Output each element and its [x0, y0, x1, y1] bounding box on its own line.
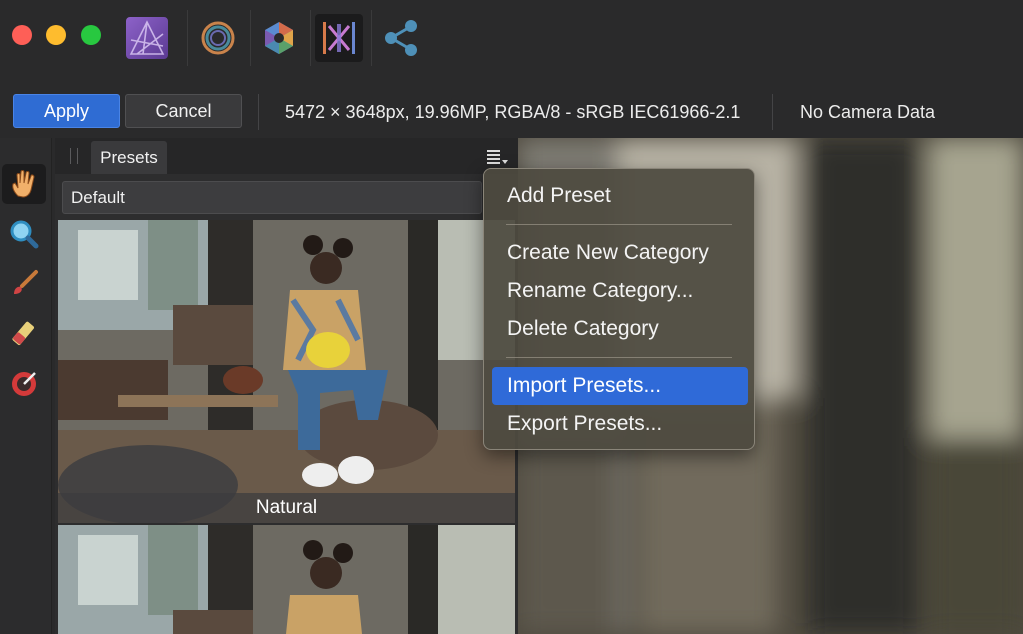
hamburger-menu-icon: [487, 150, 508, 164]
hand-tool[interactable]: [2, 164, 46, 204]
category-dropdown[interactable]: Default: [62, 181, 482, 214]
camera-info-text: No Camera Data: [800, 102, 936, 122]
eraser-tool[interactable]: [2, 314, 46, 354]
photo-persona-button[interactable]: [123, 14, 171, 62]
panel-tab-bar: Presets: [55, 138, 518, 174]
brush-tool[interactable]: [2, 264, 46, 304]
hand-icon: [12, 170, 35, 198]
menu-item-export-presets[interactable]: Export Presets...: [492, 405, 748, 443]
tools-panel: [0, 138, 52, 634]
window-minimize-button[interactable]: [46, 25, 66, 45]
export-persona-button[interactable]: [377, 14, 425, 62]
zoom-tool[interactable]: [2, 214, 46, 254]
target-tool[interactable]: [2, 364, 46, 404]
preset-preview-image: [58, 220, 515, 523]
image-info-text: 5472 × 3648px, 19.96MP, RGBA/8 - sRGB IE…: [285, 102, 741, 122]
menu-item-rename-category[interactable]: Rename Category...: [492, 272, 748, 310]
cancel-button[interactable]: Cancel: [125, 94, 242, 128]
develop-aperture-icon: [265, 22, 293, 54]
panel-grip-handle[interactable]: [70, 148, 78, 164]
preset-label: Natural: [58, 493, 515, 523]
window-close-button[interactable]: [12, 25, 32, 45]
tone-mapping-icon: [323, 22, 355, 54]
panel-menu-button[interactable]: [483, 147, 511, 167]
preset-preview-image: [58, 525, 515, 634]
presets-panel: Presets Default Natural: [55, 138, 518, 634]
title-bar: [0, 0, 1023, 78]
menu-item-create-new-category[interactable]: Create New Category: [492, 234, 748, 272]
target-icon: [12, 372, 36, 396]
menu-separator: [506, 224, 732, 225]
tab-presets[interactable]: Presets: [91, 141, 167, 174]
window-maximize-button[interactable]: [81, 25, 101, 45]
tone-mapping-persona-button[interactable]: [315, 14, 363, 62]
affinity-photo-logo-icon: [126, 17, 168, 59]
magnifier-icon: [10, 220, 39, 249]
paint-brush-icon: [14, 270, 38, 294]
share-icon: [385, 20, 417, 56]
liquify-persona-button[interactable]: [194, 14, 242, 62]
menu-item-delete-category[interactable]: Delete Category: [492, 310, 748, 348]
menu-item-add-preset[interactable]: Add Preset: [492, 177, 748, 215]
preset-thumbnail-2[interactable]: [58, 525, 515, 634]
apply-button[interactable]: Apply: [13, 94, 120, 128]
menu-item-import-presets[interactable]: Import Presets...: [492, 367, 748, 405]
preset-thumbnail-natural[interactable]: Natural: [58, 220, 515, 523]
eraser-icon: [12, 321, 34, 345]
context-toolbar: Apply Cancel 5472 × 3648px, 19.96MP, RGB…: [0, 84, 1023, 138]
presets-popup-menu: Add Preset Create New Category Rename Ca…: [483, 168, 755, 450]
liquify-ring-icon: [201, 21, 235, 55]
menu-separator: [506, 357, 732, 358]
develop-persona-button[interactable]: [255, 14, 303, 62]
